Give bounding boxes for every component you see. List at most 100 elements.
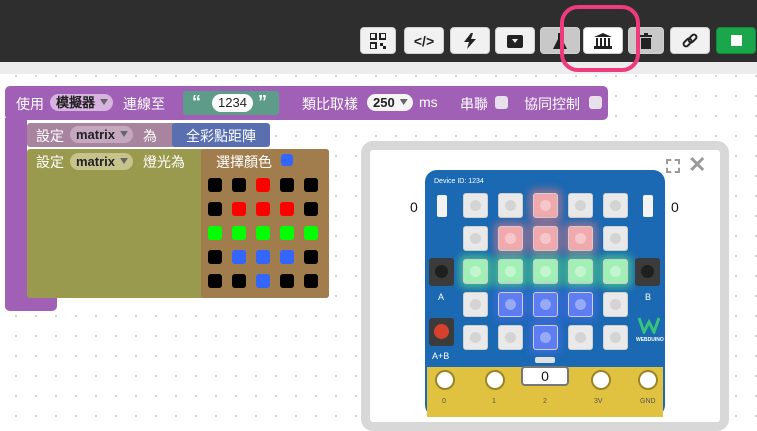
pin-value-box[interactable]: 0 [521,366,569,386]
coop-checkbox[interactable] [589,96,602,109]
led-cell [533,259,558,284]
set-label: 設定 [36,128,64,144]
grid-cell[interactable] [280,202,294,216]
led-cell [498,325,523,350]
button-ab[interactable] [429,318,454,346]
led-cell [463,193,488,218]
grid-cell[interactable] [232,178,246,192]
pin-label-1: 1 [492,398,496,405]
code-button[interactable]: </> [404,27,444,54]
grid-cell[interactable] [280,250,294,264]
run-stop-button[interactable] [716,27,756,54]
download-box-icon [507,35,523,48]
led-dot [540,200,551,211]
pin-gnd-hole[interactable] [638,370,658,390]
left-slider-switch[interactable] [437,195,447,217]
close-icon[interactable]: ✕ [688,154,706,176]
connect-to-label: 連線至 [123,96,165,112]
grid-cell[interactable] [280,274,294,288]
grid-cell[interactable] [304,274,318,288]
grid-cell[interactable] [208,250,222,264]
grid-cell[interactable] [208,202,222,216]
grid-cell[interactable] [304,202,318,216]
grid-cell[interactable] [256,178,270,192]
grid-cell[interactable] [232,274,246,288]
grid-cell[interactable] [304,250,318,264]
device-type-dropdown[interactable]: 模擬器 [50,94,114,111]
led-dot [540,332,551,343]
upload-button[interactable] [450,27,490,54]
brand-label: WEBDUINO [636,337,664,343]
led-cell [568,292,593,317]
led-dot [470,266,481,277]
led-dot [505,200,516,211]
serial-label: 串聯 [460,96,488,112]
button-b-cap [641,265,654,278]
qr-code-button[interactable] [360,27,396,54]
led-cell [498,226,523,251]
speaker-icon [535,357,555,363]
set-label-2: 設定 [36,154,64,170]
grid-cell[interactable] [232,250,246,264]
quote-close: ” [258,92,267,112]
button-a-cap [435,265,448,278]
pin-1-hole[interactable] [485,370,505,390]
workspace-header-strip [0,62,757,74]
matrix-type-label: 全彩點距陣 [186,128,256,144]
grid-cell[interactable] [304,178,318,192]
button-b[interactable] [635,258,660,286]
led-dot [505,299,516,310]
color-grid [208,178,328,296]
grid-cell[interactable] [256,250,270,264]
webduino-logo [637,316,661,336]
grid-cell[interactable] [208,178,222,192]
sample-label: 類比取樣 [302,96,358,112]
sample-rate-dropdown[interactable]: 250 [367,94,413,111]
choose-color-swatch[interactable] [281,154,293,166]
share-link-button[interactable] [670,27,710,54]
coop-label: 協同控制 [524,96,580,112]
grid-cell[interactable] [304,226,318,240]
grid-cell[interactable] [256,202,270,216]
pin-label-gnd: GND [640,398,656,405]
qr-code-icon [370,32,386,49]
pin-label-3v: 3V [594,398,603,405]
grid-cell[interactable] [256,274,270,288]
grid-cell[interactable] [256,226,270,240]
button-a-label: A [438,292,445,302]
button-a[interactable] [429,258,454,286]
pin-3v-hole[interactable] [591,370,611,390]
led-dot [470,299,481,310]
device-id-field[interactable]: 1234 [212,94,253,112]
grid-cell[interactable] [280,226,294,240]
grid-cell[interactable] [208,226,222,240]
light-label: 燈光為 [143,154,185,170]
button-ab-cap [434,324,449,339]
led-dot [575,233,586,244]
led-cell [568,226,593,251]
led-dot [505,332,516,343]
led-dot [610,266,621,277]
serial-checkbox[interactable] [495,96,508,109]
trash-icon [640,32,652,49]
led-dot [575,266,586,277]
grid-cell[interactable] [232,226,246,240]
led-cell [533,193,558,218]
left-sensor-value: 0 [410,199,418,215]
led-dot [575,299,586,310]
set-var-dropdown[interactable]: matrix [70,126,134,143]
grid-cell[interactable] [208,274,222,288]
pin-0-hole[interactable] [435,370,455,390]
light-var-dropdown[interactable]: matrix [70,153,134,170]
grid-cell[interactable] [280,178,294,192]
save-button[interactable] [495,27,535,54]
led-cell [568,259,593,284]
led-cell [603,325,628,350]
expand-icon[interactable] [666,159,680,173]
ms-label: ms [419,94,438,110]
led-dot [540,233,551,244]
led-dot [610,233,621,244]
led-dot [470,200,481,211]
right-slider-switch[interactable] [643,195,653,217]
grid-cell[interactable] [232,202,246,216]
